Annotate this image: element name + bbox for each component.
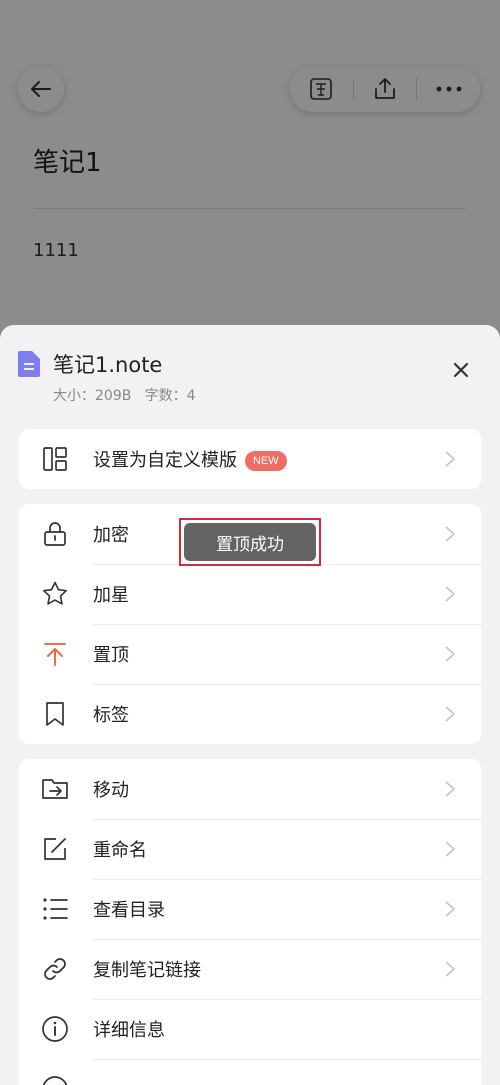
- chevron-right-icon: [445, 961, 456, 977]
- tag-label: 标签: [93, 705, 129, 726]
- copy-link-label: 复制笔记链接: [93, 960, 201, 981]
- note-file-icon: [18, 351, 40, 377]
- encrypt-label: 加密: [93, 525, 129, 546]
- chevron-right-icon: [445, 526, 456, 542]
- new-badge: NEW: [245, 451, 287, 471]
- chevron-right-icon: [445, 901, 456, 917]
- view-outline-label: 查看目录: [93, 900, 165, 921]
- pin-top-item[interactable]: 置顶: [19, 624, 481, 684]
- close-icon: [453, 362, 469, 378]
- details-label: 详细信息: [93, 1020, 165, 1041]
- star-icon: [41, 580, 69, 608]
- star-item[interactable]: 加星: [19, 564, 481, 624]
- circle-icon: [41, 1075, 69, 1085]
- rename-label: 重命名: [93, 840, 147, 861]
- tag-item[interactable]: 标签: [19, 684, 481, 744]
- close-button[interactable]: [446, 355, 476, 385]
- chevron-right-icon: [445, 586, 456, 602]
- star-label: 加星: [93, 585, 129, 606]
- template-card: 设置为自定义模版 NEW: [19, 429, 481, 489]
- info-icon: [41, 1015, 69, 1043]
- partially-visible-item[interactable]: [19, 1059, 481, 1085]
- chevron-right-icon: [445, 781, 456, 797]
- rename-icon: [41, 835, 69, 863]
- copy-link-item[interactable]: 复制笔记链接: [19, 939, 481, 999]
- chevron-right-icon: [445, 706, 456, 722]
- pin-top-icon: [41, 640, 69, 668]
- pin-top-label: 置顶: [93, 645, 129, 666]
- chevron-right-icon: [445, 646, 456, 662]
- move-folder-icon: [41, 775, 69, 803]
- view-outline-item[interactable]: 查看目录: [19, 879, 481, 939]
- details-item[interactable]: 详细信息: [19, 999, 481, 1059]
- pin-success-toast: 置顶成功: [184, 523, 316, 561]
- chevron-right-icon: [445, 451, 456, 467]
- chevron-right-icon: [445, 841, 456, 857]
- lock-icon: [41, 520, 69, 548]
- template-layout-icon: [41, 445, 69, 473]
- link-icon: [41, 955, 69, 983]
- set-custom-template-label: 设置为自定义模版 NEW: [93, 446, 287, 472]
- set-custom-template-item[interactable]: 设置为自定义模版 NEW: [19, 429, 481, 489]
- move-item[interactable]: 移动: [19, 759, 481, 819]
- move-label: 移动: [93, 780, 129, 801]
- file-name: 笔记1.note: [53, 353, 163, 377]
- rename-item[interactable]: 重命名: [19, 819, 481, 879]
- list-icon: [41, 895, 69, 923]
- bookmark-icon: [41, 700, 69, 728]
- note-options-sheet: 笔记1.note 大小：209B 字数：4 设置为自定义模版 NEW 加密 加星…: [0, 325, 500, 1085]
- file-meta: 大小：209B 字数：4: [53, 388, 196, 404]
- options-group-2: 移动 重命名 查看目录 复制笔记链接 详细信息: [19, 759, 481, 1085]
- template-label-text: 设置为自定义模版: [93, 450, 237, 471]
